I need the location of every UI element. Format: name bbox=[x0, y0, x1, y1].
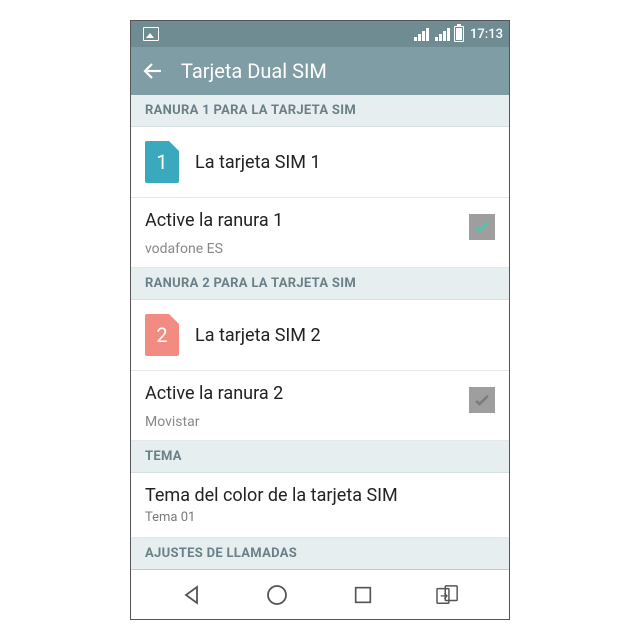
sim1-label: La tarjeta SIM 1 bbox=[195, 152, 495, 173]
sim1-carrier: vodafone ES bbox=[145, 241, 495, 257]
nav-home-button[interactable] bbox=[263, 581, 291, 609]
signal-sim1-icon bbox=[414, 27, 429, 41]
activate-slot2-title: Active la ranura 2 bbox=[145, 383, 495, 404]
activate-slot1-title: Active la ranura 1 bbox=[145, 210, 495, 231]
sim2-row[interactable]: 2 La tarjeta SIM 2 bbox=[131, 300, 509, 371]
clock: 17:13 bbox=[470, 27, 503, 42]
section-theme: TEMA bbox=[131, 441, 509, 473]
page-title: Tarjeta Dual SIM bbox=[181, 59, 327, 83]
activate-slot2-row[interactable]: Active la ranura 2 Movistar bbox=[131, 371, 509, 441]
gallery-icon bbox=[143, 27, 159, 41]
status-bar: 17:13 bbox=[131, 21, 509, 47]
sim1-row[interactable]: 1 La tarjeta SIM 1 bbox=[131, 127, 509, 198]
sim1-icon: 1 bbox=[145, 141, 179, 183]
section-slot1: RANURA 1 PARA LA TARJETA SIM bbox=[131, 95, 509, 127]
activate-slot1-checkbox[interactable] bbox=[469, 214, 495, 240]
sim2-label: La tarjeta SIM 2 bbox=[195, 325, 495, 346]
signal-sim2-icon bbox=[435, 27, 450, 41]
navigation-bar bbox=[131, 569, 509, 619]
section-slot2: RANURA 2 PARA LA TARJETA SIM bbox=[131, 268, 509, 300]
app-bar: Tarjeta Dual SIM bbox=[131, 47, 509, 95]
battery-icon bbox=[454, 26, 464, 42]
content-scroll[interactable]: RANURA 1 PARA LA TARJETA SIM 1 La tarjet… bbox=[131, 95, 509, 569]
sim2-carrier: Movistar bbox=[145, 414, 495, 430]
theme-title: Tema del color de la tarjeta SIM bbox=[145, 485, 398, 506]
activate-slot2-checkbox[interactable] bbox=[469, 387, 495, 413]
theme-row[interactable]: Tema del color de la tarjeta SIM Tema 01 bbox=[131, 473, 509, 538]
theme-value: Tema 01 bbox=[145, 510, 195, 525]
section-call: AJUSTES DE LLAMADAS bbox=[131, 538, 509, 569]
back-button[interactable] bbox=[141, 59, 165, 83]
device-frame: 17:13 Tarjeta Dual SIM RANURA 1 PARA LA … bbox=[130, 20, 510, 620]
activate-slot1-row[interactable]: Active la ranura 1 vodafone ES bbox=[131, 198, 509, 268]
sim2-icon: 2 bbox=[145, 314, 179, 356]
nav-back-button[interactable] bbox=[178, 581, 206, 609]
nav-recent-button[interactable] bbox=[349, 581, 377, 609]
nav-sim-switch-button[interactable] bbox=[434, 581, 462, 609]
